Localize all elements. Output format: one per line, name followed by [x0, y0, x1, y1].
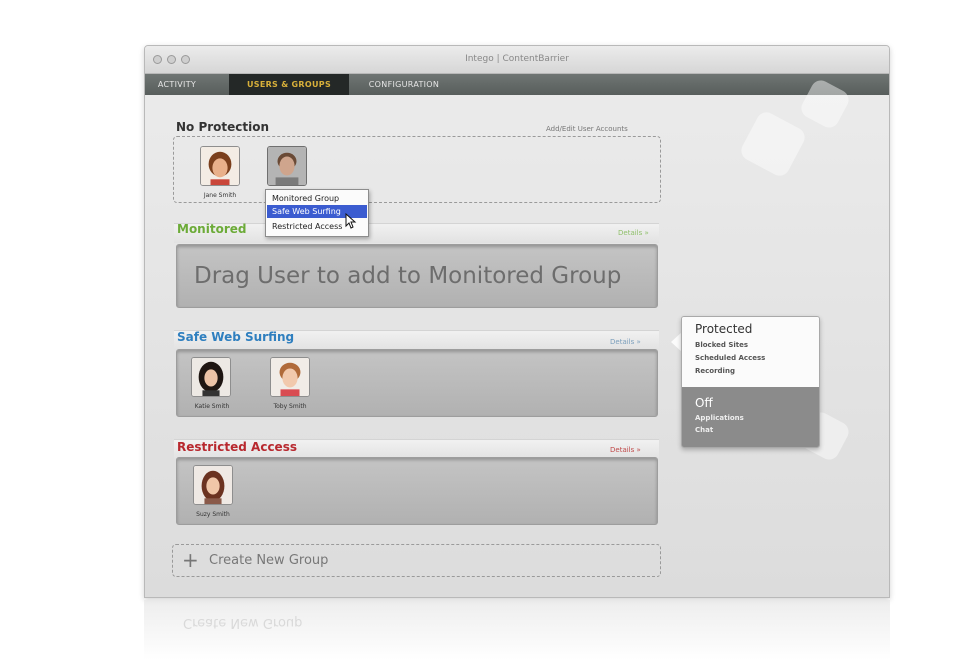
off-item: Applications	[695, 414, 744, 422]
no-protection-title: No Protection	[176, 120, 270, 134]
restricted-access-group[interactable]	[176, 457, 658, 525]
window-reflection	[144, 600, 890, 660]
watermark-cube	[737, 108, 809, 180]
create-new-group-label: Create New Group	[209, 553, 329, 568]
reflection-text: Create New Group	[183, 615, 303, 630]
person-photo-icon	[268, 147, 306, 185]
protected-item: Recording	[695, 367, 735, 375]
safe-web-surfing-details-link[interactable]: Details »	[610, 338, 641, 346]
safe-web-surfing-title: Safe Web Surfing	[177, 330, 295, 344]
person-photo-icon	[194, 466, 232, 504]
tab-activity[interactable]: ACTIVITY	[145, 74, 209, 95]
user-name: Toby Smith	[273, 403, 307, 410]
off-heading: Off	[695, 396, 713, 410]
person-photo-icon	[271, 358, 309, 396]
person-photo-icon	[192, 358, 230, 396]
user-avatar[interactable]	[200, 146, 240, 186]
user-name: Jane Smith	[203, 192, 237, 199]
protected-heading: Protected	[695, 322, 753, 336]
tab-configuration[interactable]: CONFIGURATION	[357, 74, 451, 95]
plus-icon: +	[182, 548, 199, 572]
user-avatar[interactable]	[191, 357, 231, 397]
menu-item-monitored-group[interactable]: Monitored Group	[267, 192, 367, 205]
user-avatar[interactable]	[270, 357, 310, 397]
restricted-access-title: Restricted Access	[177, 440, 297, 454]
safe-web-surfing-group[interactable]	[176, 349, 658, 417]
user-avatar-being-dragged[interactable]	[267, 146, 307, 186]
monitored-details-link[interactable]: Details »	[618, 229, 649, 237]
monitored-placeholder: Drag User to add to Monitored Group	[194, 263, 622, 289]
person-photo-icon	[201, 147, 239, 185]
restricted-access-details-link[interactable]: Details »	[610, 446, 641, 454]
off-item: Chat	[695, 426, 714, 434]
protected-item: Scheduled Access	[695, 354, 766, 362]
protected-item: Blocked Sites	[695, 341, 749, 349]
window-title: Intego | ContentBarrier	[465, 54, 569, 64]
details-popover: Protected Blocked Sites Scheduled Access…	[681, 316, 820, 448]
title-bar: Intego | ContentBarrier	[145, 46, 889, 74]
add-edit-users-link[interactable]: Add/Edit User Accounts	[546, 125, 628, 133]
user-name: Suzy Smith	[196, 511, 230, 518]
stage: Intego | ContentBarrier ACTIVITY USERS &…	[0, 0, 974, 660]
tab-users-groups[interactable]: USERS & GROUPS	[229, 74, 349, 95]
user-avatar[interactable]	[193, 465, 233, 505]
mouse-cursor-icon	[345, 213, 357, 229]
user-name: Katie Smith	[194, 403, 230, 410]
monitored-header-bar	[174, 223, 659, 243]
tab-bar: ACTIVITY USERS & GROUPS CONFIGURATION	[145, 74, 889, 95]
monitored-title: Monitored	[177, 222, 247, 236]
